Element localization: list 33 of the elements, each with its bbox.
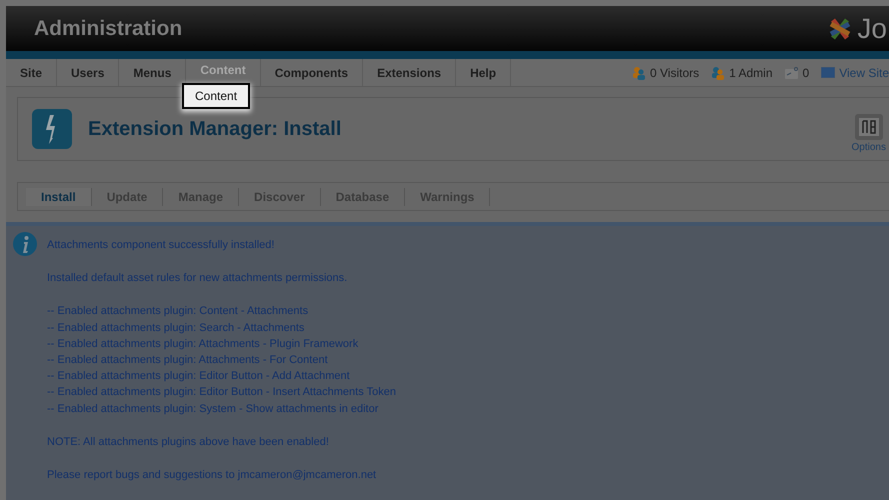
site-title: Administration [34,16,182,40]
message-text: -- Enabled attachments plugin: System - Show attachments in editor [47,402,380,417]
users-icon [711,66,726,80]
message-text: NOTE: All attachments plugins above have been enabled! [47,434,330,450]
options-label[interactable]: Options [852,142,886,152]
message-text: -- Enabled attachments plugin: Editor Button - Add Attachment [47,369,351,384]
message-text: -- Enabled attachments plugin: Search - Attachments [47,320,306,336]
status-text: 0 [802,66,810,80]
users-icon [632,66,646,80]
logo-text: Jo [857,12,887,44]
submenu-tab[interactable]: Install [26,188,92,206]
message-text: Please report bugs and suggestions to jmcameron@jmcameron.net [47,468,378,484]
status-text: 0 Visitors [650,66,700,80]
tooltip: Content [182,83,250,109]
menu-item[interactable]: Help [456,59,512,86]
lightning-icon [32,109,72,149]
message-text: -- Enabled attachments plugin: Editor Button - Insert Attachments Token [47,385,396,400]
menu-item[interactable]: Site [6,59,58,86]
message-text: Attachments component successfully installed! [47,238,276,253]
message-text: -- Enabled attachments plugin: Attachments - For Content [47,353,329,368]
menu-item[interactable]: Users [57,59,120,86]
message-text: Installed default asset rules for new attachments permissions. [47,271,348,286]
page-title: Extension Manager: Install [88,118,342,140]
envelope-icon [784,66,798,78]
status-text: 1 Admin [729,66,772,80]
monitor-icon [821,67,836,78]
view-site-link[interactable]: View Site [839,66,889,80]
message-text: -- Enabled attachments plugin: Attachments - Plugin Framework [47,336,360,352]
menu-item[interactable]: Extensions [363,59,456,86]
info-icon [13,232,37,256]
message-text: -- Enabled attachments plugin: Content - Attachments [47,304,310,320]
menu-item[interactable]: Components [260,59,364,86]
options-icon[interactable] [854,114,883,140]
